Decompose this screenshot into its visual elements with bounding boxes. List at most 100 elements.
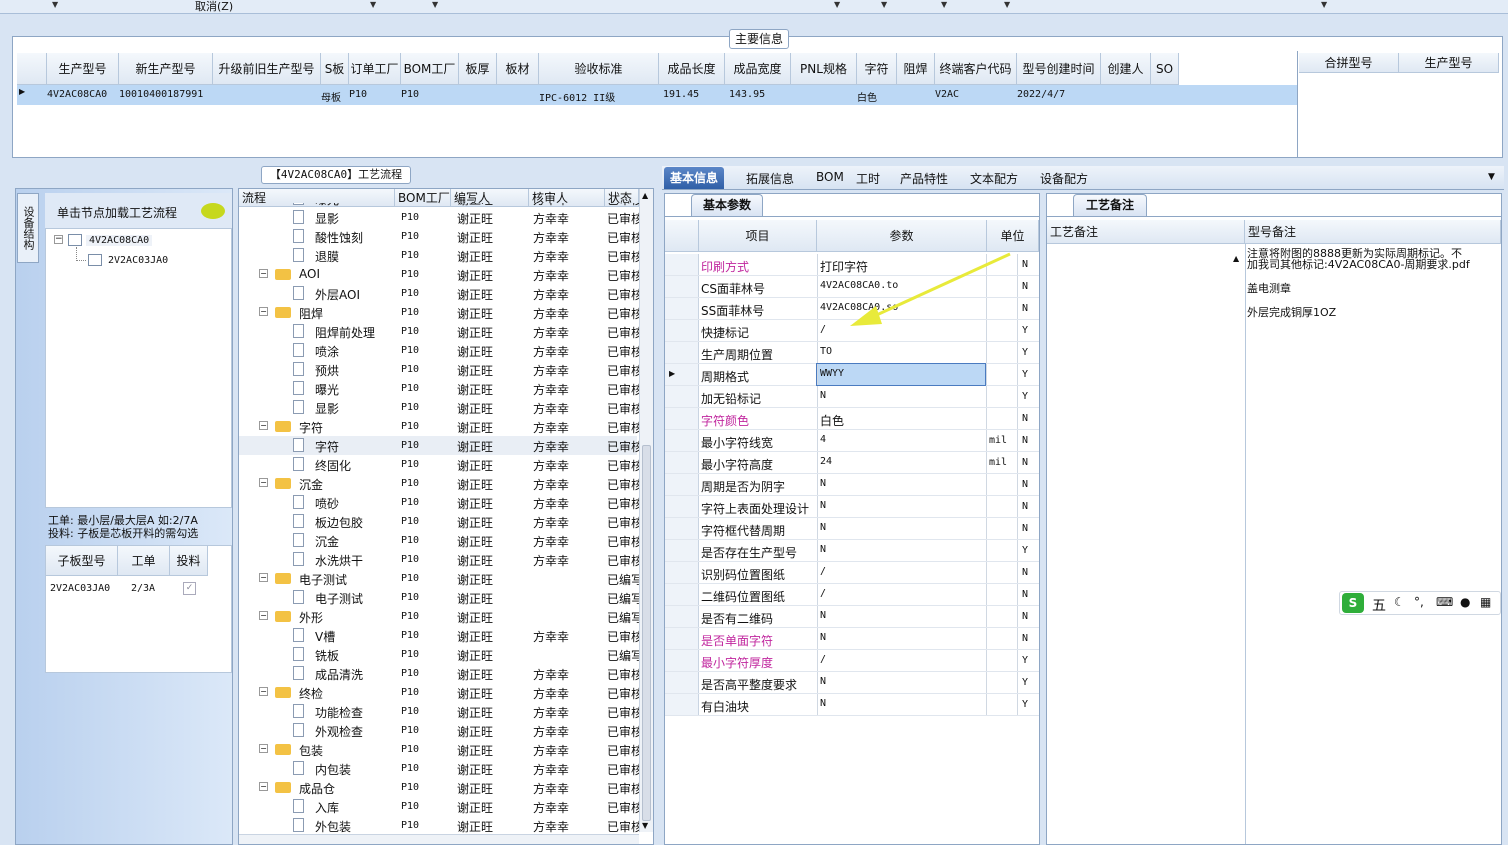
moon-icon[interactable]: ☾: [1394, 595, 1405, 609]
param-value[interactable]: N: [817, 518, 985, 539]
param-row[interactable]: 字符颜色 白色 N: [665, 408, 1039, 430]
collapse-icon[interactable]: −: [259, 744, 268, 753]
chevron-down-icon[interactable]: ▼: [881, 0, 887, 9]
param-row[interactable]: 周期是否为阴字 N N: [665, 474, 1039, 496]
flow-row[interactable]: 字符 P10 谢正旺 方幸幸 已审核: [239, 436, 639, 455]
cancel-button[interactable]: 取消(Z): [195, 0, 233, 14]
flow-hscrollbar[interactable]: [239, 834, 639, 844]
param-row[interactable]: 生产周期位置 TO Y: [665, 342, 1039, 364]
chevron-down-icon[interactable]: ▼: [1004, 0, 1010, 9]
row-selector[interactable]: [665, 386, 699, 407]
flow-row[interactable]: 曝光 P10 谢正旺 方幸幸 已审核: [239, 379, 639, 398]
tab-7[interactable]: 设备配方: [1040, 170, 1088, 187]
param-row[interactable]: 是否存在生产型号 N Y: [665, 540, 1039, 562]
param-value[interactable]: 4: [817, 430, 985, 451]
flow-row[interactable]: 退膜 P10 谢正旺 方幸幸 已审核: [239, 246, 639, 265]
main-col-header[interactable]: 终端客户代码: [935, 53, 1017, 85]
flow-row[interactable]: 功能检查 P10 谢正旺 方幸幸 已审核: [239, 702, 639, 721]
tab-1[interactable]: 基本信息: [664, 167, 725, 189]
main-col-header[interactable]: 升级前旧生产型号: [213, 53, 321, 85]
param-value[interactable]: 白色: [817, 408, 985, 429]
row-selector[interactable]: [665, 606, 699, 627]
flow-row[interactable]: − 阻焊 P10 谢正旺 方幸幸 已审核: [239, 303, 639, 322]
flow-row[interactable]: 外包装 P10 谢正旺 方幸幸 已审核: [239, 816, 639, 833]
row-selector[interactable]: [665, 408, 699, 429]
sub-board-model[interactable]: 2V2AC03JA0: [50, 583, 110, 594]
param-row[interactable]: ▶ 周期格式 WWYY Y: [665, 363, 1039, 386]
tab-4[interactable]: 工时: [856, 170, 880, 187]
param-row[interactable]: 二维码位置图纸 / N: [665, 584, 1039, 606]
param-row[interactable]: 有白油块 N Y: [665, 694, 1039, 716]
param-value[interactable]: /: [817, 584, 985, 605]
main-grid-row[interactable]: ▶ 4V2AC08CA0 10010400187991 母板 P10 P10 IPC-601…: [17, 85, 1297, 105]
param-value[interactable]: TO: [817, 342, 985, 363]
row-selector[interactable]: [665, 496, 699, 517]
tree-node-root[interactable]: 4V2AC08CA0: [86, 235, 153, 246]
param-value[interactable]: WWYY: [816, 363, 986, 386]
flow-row[interactable]: − 终检 P10 谢正旺 方幸幸 已审核: [239, 683, 639, 702]
param-row[interactable]: 是否高平整度要求 N Y: [665, 672, 1039, 694]
param-value[interactable]: N: [817, 474, 985, 495]
param-value[interactable]: N: [817, 386, 985, 407]
flow-row[interactable]: 成品清洗 P10 谢正旺 方幸幸 已审核: [239, 664, 639, 683]
chevron-down-icon[interactable]: ▼: [52, 0, 58, 9]
tree-node-child[interactable]: 2V2AC03JA0: [108, 255, 168, 266]
tab-3[interactable]: BOM: [816, 170, 844, 184]
chevron-down-icon[interactable]: ▼: [1321, 0, 1327, 9]
row-selector[interactable]: [665, 430, 699, 451]
flow-row[interactable]: 预烘 P10 谢正旺 方幸幸 已审核: [239, 360, 639, 379]
flow-row[interactable]: 入库 P10 谢正旺 方幸幸 已审核: [239, 797, 639, 816]
flow-row[interactable]: 沉金 P10 谢正旺 方幸幸 已审核: [239, 531, 639, 550]
flow-row[interactable]: − 电子测试 P10 谢正旺 已编写: [239, 569, 639, 588]
collapse-icon[interactable]: −: [259, 269, 268, 278]
row-selector[interactable]: [665, 474, 699, 495]
collapse-icon[interactable]: −: [259, 478, 268, 487]
feed-checkbox[interactable]: ✓: [183, 582, 196, 595]
param-value[interactable]: N: [817, 540, 985, 561]
tab-6[interactable]: 文本配方: [970, 170, 1018, 187]
collapse-icon[interactable]: −: [259, 573, 268, 582]
param-row[interactable]: 字符框代替周期 N N: [665, 518, 1039, 540]
param-row[interactable]: 最小字符线宽 4 mil N: [665, 430, 1039, 452]
param-value[interactable]: /: [817, 562, 985, 583]
row-selector[interactable]: [665, 518, 699, 539]
flow-row[interactable]: − 沉金 P10 谢正旺 方幸幸 已审核: [239, 474, 639, 493]
flow-row[interactable]: 内包装 P10 谢正旺 方幸幸 已审核: [239, 759, 639, 778]
flow-scrollbar[interactable]: ▲ ▼: [639, 189, 653, 832]
ime-toolbar[interactable]: S 五 ☾ °, ⌨ ● ▦: [1339, 591, 1501, 615]
sub-work-order[interactable]: 2/3A: [131, 583, 155, 594]
param-value[interactable]: N: [817, 628, 985, 649]
param-value[interactable]: N: [817, 672, 985, 693]
model-remark-text[interactable]: 注意将附图的8888更新为实际周期标记。不 加我司其他标记:4V2AC08CA0…: [1247, 248, 1487, 318]
grid-icon[interactable]: ▦: [1480, 595, 1491, 609]
param-row[interactable]: 识别码位置图纸 / N: [665, 562, 1039, 584]
flow-row[interactable]: 水洗烘干 P10 谢正旺 方幸幸 已审核: [239, 550, 639, 569]
tab-process-remarks[interactable]: 工艺备注: [1073, 194, 1147, 216]
flow-row[interactable]: 喷涂 P10 谢正旺 方幸幸 已审核: [239, 341, 639, 360]
main-col-header[interactable]: S板: [321, 53, 349, 85]
row-selector[interactable]: [665, 254, 699, 275]
flow-row[interactable]: − AOI P10 谢正旺 方幸幸 已审核: [239, 265, 639, 284]
param-row[interactable]: 加无铅标记 N Y: [665, 386, 1039, 408]
flow-row[interactable]: 酸性蚀刻 P10 谢正旺 方幸幸 已审核: [239, 227, 639, 246]
collapse-icon[interactable]: −: [259, 421, 268, 430]
param-value[interactable]: 24: [817, 452, 985, 473]
main-col-header[interactable]: PNL规格: [791, 53, 857, 85]
flow-row[interactable]: 显影 P10 谢正旺 方幸幸 已审核: [239, 208, 639, 227]
flow-row[interactable]: 喷砂 P10 谢正旺 方幸幸 已审核: [239, 493, 639, 512]
param-row[interactable]: 是否有二维码 N N: [665, 606, 1039, 628]
flow-row[interactable]: 电子测试 P10 谢正旺 已编写: [239, 588, 639, 607]
param-row[interactable]: 字符上表面处理设计 N N: [665, 496, 1039, 518]
flow-row[interactable]: 终固化 P10 谢正旺 方幸幸 已审核: [239, 455, 639, 474]
main-col-header[interactable]: 阻焊: [897, 53, 935, 85]
flow-row[interactable]: 板边包胶 P10 谢正旺 方幸幸 已审核: [239, 512, 639, 531]
param-value[interactable]: /: [817, 650, 985, 671]
flow-row[interactable]: 显影 P10 谢正旺 方幸幸 已审核: [239, 398, 639, 417]
main-col-header[interactable]: 板厚: [459, 53, 497, 85]
row-selector[interactable]: [665, 694, 699, 715]
ime-mode-label[interactable]: 五: [1372, 595, 1386, 615]
main-col-header[interactable]: 成品宽度: [725, 53, 791, 85]
param-row[interactable]: 是否单面字符 N N: [665, 628, 1039, 650]
main-col-header[interactable]: 成品长度: [659, 53, 725, 85]
scroll-up-icon[interactable]: ▲: [1233, 254, 1239, 263]
